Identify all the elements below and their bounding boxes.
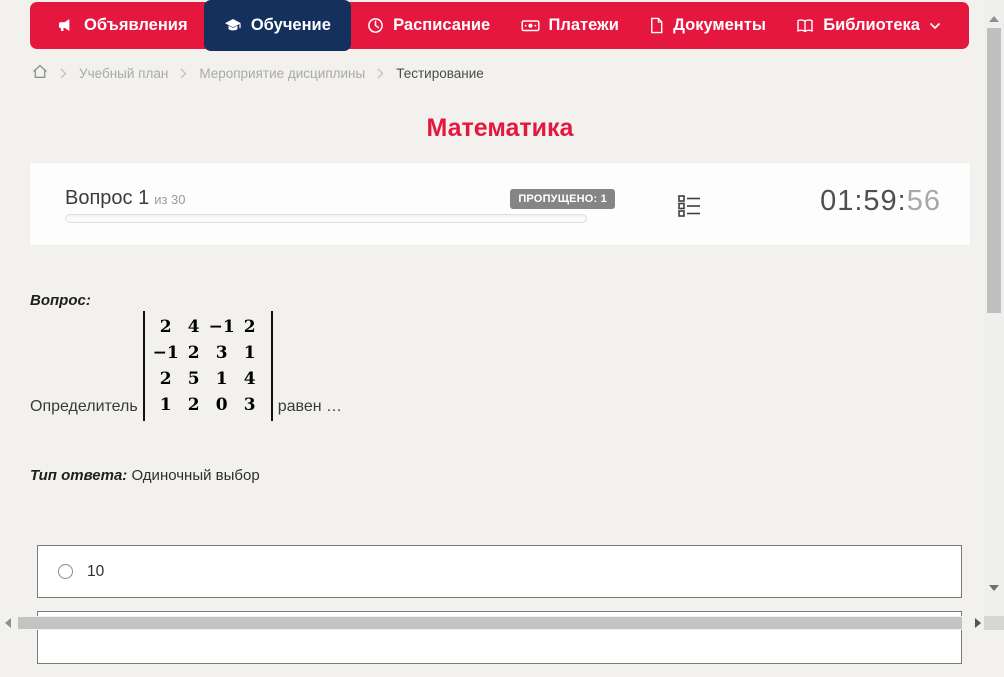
question-text-after: равен … (278, 398, 342, 421)
answer-type: Тип ответа: Одиночный выбор (30, 467, 950, 484)
question-prompt-label: Вопрос: (30, 292, 950, 309)
vertical-scrollbar[interactable] (984, 0, 1004, 616)
nav-item-learning[interactable]: Обучение (204, 0, 351, 51)
answer-option-label: 10 (87, 563, 104, 581)
answer-option-1[interactable]: 10 (37, 545, 962, 598)
skipped-badge: ПРОПУЩЕНО: 1 (510, 189, 615, 209)
page-title: Математика (30, 114, 970, 143)
horizontal-scrollbar[interactable] (0, 616, 984, 630)
nav-item-label: Библиотека (823, 16, 920, 35)
nav-item-payments[interactable]: Платежи (507, 2, 633, 49)
scroll-right-arrow-icon[interactable] (975, 618, 981, 628)
matrix-cell: 2 (236, 314, 264, 340)
matrix-cell: 5 (180, 366, 208, 392)
nav-item-documents[interactable]: Документы (635, 2, 780, 49)
question-number: Вопрос 1из 30 (65, 187, 186, 210)
nav-item-library[interactable]: Библиотека (782, 2, 955, 49)
nav-item-label: Объявления (84, 16, 188, 35)
matrix-cell: −1 (152, 340, 180, 366)
matrix-cell: 1 (208, 366, 236, 392)
nav-item-label: Платежи (549, 16, 619, 35)
vertical-scrollbar-thumb[interactable] (987, 28, 1001, 313)
question-text: Определитель 2 4 −1 2 −1 2 3 1 2 5 1 4 1… (30, 311, 950, 421)
question-of-total: из 30 (154, 192, 185, 207)
breadcrumb-item-discipline-event[interactable]: Мероприятие дисциплины (199, 66, 365, 81)
nav-item-schedule[interactable]: Расписание (353, 2, 504, 49)
matrix-cell: 4 (236, 366, 264, 392)
megaphone-icon (58, 17, 75, 34)
chevron-down-icon (929, 22, 941, 30)
question-progress-bar (65, 214, 587, 223)
question-header-panel: Вопрос 1из 30 ПРОПУЩЕНО: 1 01:59:56 (30, 163, 970, 245)
matrix-cell: 2 (152, 314, 180, 340)
matrix-cell: 3 (236, 392, 264, 418)
breadcrumb: Учебный план Мероприятие дисциплины Тест… (32, 63, 484, 83)
question-text-before: Определитель (30, 398, 138, 421)
matrix-cell: 1 (236, 340, 264, 366)
breadcrumb-separator-icon (377, 68, 384, 79)
scroll-left-arrow-icon[interactable] (5, 618, 11, 628)
timer-seconds: 56 (907, 185, 941, 217)
matrix-cell: −1 (208, 314, 236, 340)
nav-item-label: Обучение (251, 16, 331, 35)
nav-item-label: Расписание (393, 16, 490, 35)
clock-icon (367, 17, 384, 34)
matrix-cell: 2 (180, 340, 208, 366)
question-list-icon[interactable] (675, 192, 703, 225)
open-book-icon (796, 17, 814, 34)
breadcrumb-separator-icon (60, 68, 67, 79)
breadcrumb-item-testing: Тестирование (396, 66, 484, 81)
breadcrumb-separator-icon (180, 68, 187, 79)
answer-options: 10 (37, 545, 962, 677)
matrix-cell: 3 (208, 340, 236, 366)
breadcrumb-item-study-plan[interactable]: Учебный план (79, 66, 168, 81)
nav-item-label: Документы (673, 16, 766, 35)
scroll-down-arrow-icon[interactable] (989, 585, 999, 591)
nav-item-announcements[interactable]: Объявления (44, 2, 202, 49)
scrollbar-corner (984, 616, 1004, 630)
graduation-cap-icon (224, 17, 242, 34)
scroll-up-arrow-icon[interactable] (989, 16, 999, 22)
payment-icon (521, 17, 540, 34)
horizontal-scrollbar-thumb[interactable] (18, 617, 962, 629)
answer-type-value: Одиночный выбор (131, 467, 259, 484)
main-navbar: Объявления Обучение Расписание (30, 2, 969, 49)
matrix-cell: 0 (208, 392, 236, 418)
matrix-cell: 4 (180, 314, 208, 340)
determinant-matrix: 2 4 −1 2 −1 2 3 1 2 5 1 4 1 2 0 3 (143, 311, 273, 421)
matrix-cell: 2 (180, 392, 208, 418)
matrix-cell: 1 (152, 392, 180, 418)
radio-button[interactable] (58, 564, 73, 579)
home-icon[interactable] (32, 64, 48, 82)
timer: 01:59:56 (820, 185, 941, 218)
document-icon (649, 17, 664, 34)
matrix-cell: 2 (152, 366, 180, 392)
question-body: Вопрос: Определитель 2 4 −1 2 −1 2 3 1 2… (30, 292, 950, 484)
answer-type-label: Тип ответа: (30, 467, 127, 484)
timer-minutes: 01:59: (820, 185, 907, 217)
